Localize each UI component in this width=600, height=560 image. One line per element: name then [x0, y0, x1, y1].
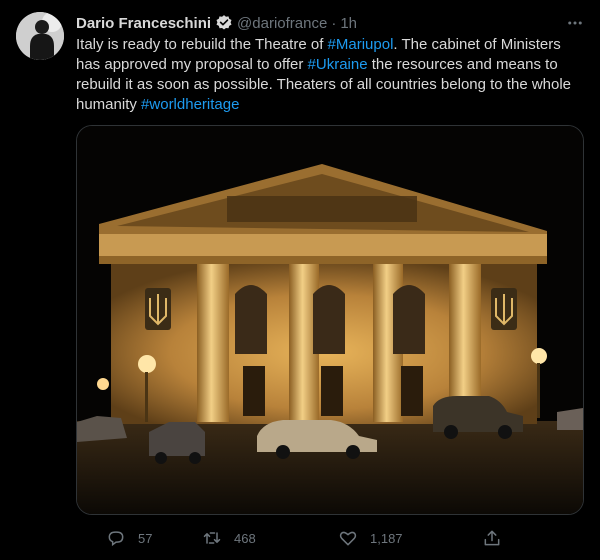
- tweet-text-part-1: Italy is ready to rebuild the Theatre of: [76, 36, 328, 53]
- more-options-button[interactable]: [564, 12, 586, 34]
- retweet-count: 468: [234, 530, 256, 546]
- share-button[interactable]: [482, 526, 502, 550]
- verified-badge-icon: [215, 14, 233, 32]
- avatar[interactable]: [16, 12, 64, 60]
- more-dots-icon: [566, 14, 584, 32]
- heart-icon: [338, 528, 358, 548]
- like-button[interactable]: 1,187: [338, 526, 403, 550]
- tweet-timestamp[interactable]: 1h: [340, 15, 357, 32]
- author-display-name[interactable]: Dario Franceschini: [76, 15, 211, 32]
- share-icon: [482, 528, 502, 548]
- header-separator: ·: [331, 14, 337, 32]
- tweet-header: Dario Franceschini @dariofrance · 1h: [76, 12, 357, 34]
- tweet[interactable]: Dario Franceschini @dariofrance · 1h Ita…: [0, 0, 600, 560]
- like-count: 1,187: [370, 530, 403, 546]
- hashtag-worldheritage[interactable]: #worldheritage: [141, 96, 239, 113]
- tweet-photo-theatre[interactable]: [76, 125, 584, 515]
- hashtag-ukraine[interactable]: #Ukraine: [308, 56, 368, 73]
- tweet-actions: 57 468 1,187: [76, 526, 516, 550]
- author-handle[interactable]: @dariofrance: [237, 15, 327, 32]
- reply-icon: [106, 528, 126, 548]
- reply-button[interactable]: 57: [106, 526, 152, 550]
- hashtag-mariupol[interactable]: #Mariupol: [328, 36, 394, 53]
- retweet-icon: [202, 528, 222, 548]
- tweet-text: Italy is ready to rebuild the Theatre of…: [76, 35, 586, 115]
- reply-count: 57: [138, 530, 153, 546]
- retweet-button[interactable]: 468: [202, 526, 256, 550]
